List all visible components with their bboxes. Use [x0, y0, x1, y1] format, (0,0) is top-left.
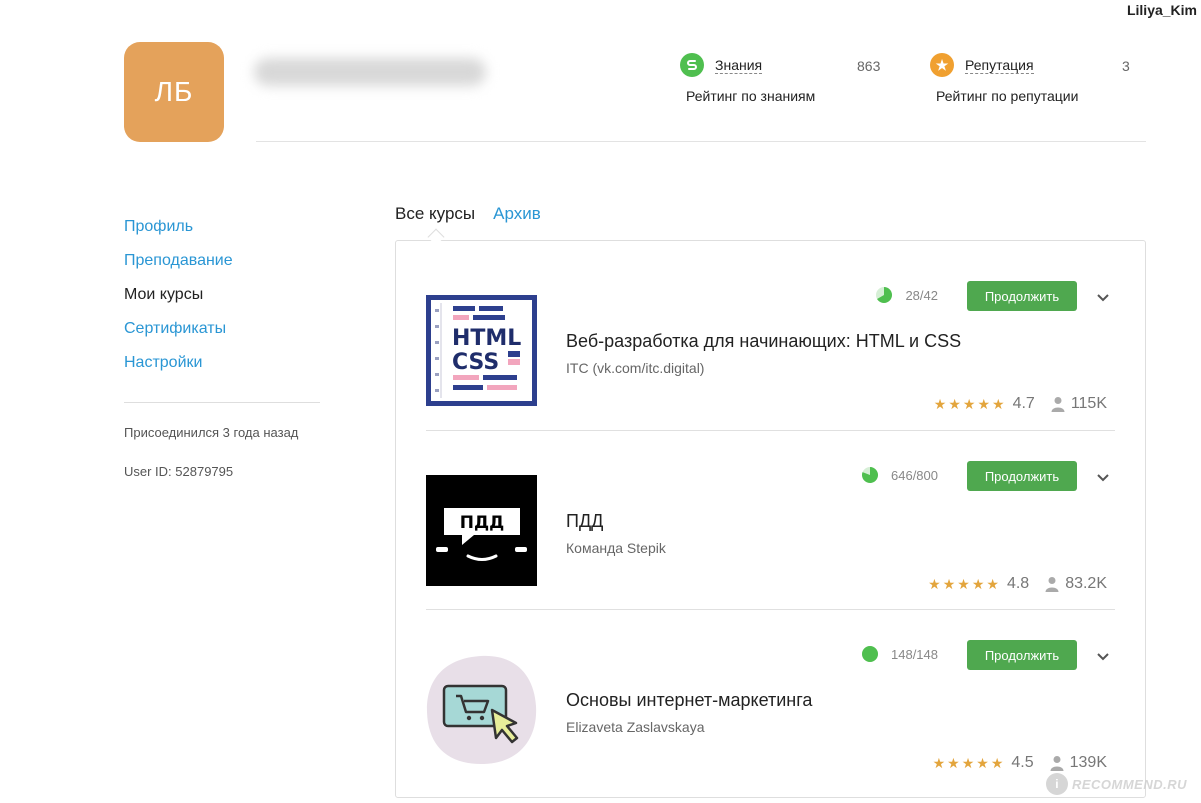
chevron-down-icon[interactable] — [1093, 287, 1113, 307]
sidebar: Профиль Преподавание Мои курсы Сертифика… — [124, 210, 320, 479]
watermark: i RECOMMEND.RU — [1045, 773, 1187, 795]
continue-button[interactable]: Продолжить — [967, 281, 1077, 311]
sidebar-item-teaching[interactable]: Преподавание — [124, 244, 320, 278]
sidebar-item-certificates[interactable]: Сертификаты — [124, 312, 320, 346]
watermark-badge: i — [1045, 773, 1068, 795]
cover-html-text: HTML — [452, 326, 521, 351]
person-icon — [1050, 756, 1064, 771]
reputation-label[interactable]: Репутация — [965, 57, 1034, 74]
current-username[interactable]: Liliya_Kim — [1127, 2, 1197, 18]
learners-value: 83.2K — [1065, 575, 1107, 592]
knowledge-label[interactable]: Знания — [715, 57, 763, 74]
course-rating: ★★★★★ 4.8 83.2K — [928, 575, 1107, 593]
progress-pie-icon — [862, 646, 878, 662]
avatar: ЛБ — [124, 42, 224, 142]
course-author[interactable]: Команда Stepik — [566, 540, 666, 556]
person-icon — [1051, 397, 1065, 412]
tab-all-courses[interactable]: Все курсы — [395, 204, 475, 224]
progress-pie-icon — [862, 467, 878, 483]
progress-text: 646/800 — [891, 467, 938, 483]
course-progress: 646/800 — [861, 466, 938, 484]
course-cover-marketing[interactable] — [426, 654, 537, 765]
progress-fill — [862, 646, 878, 662]
reputation-subtitle: Рейтинг по репутации — [936, 88, 1079, 104]
learners-count: 139K — [1050, 754, 1107, 772]
user-id-text: User ID: 52879795 — [124, 464, 234, 479]
course-card[interactable]: ПДД ПДД Команда Stepik 646/800 Продолжит… — [426, 430, 1115, 609]
sidebar-item-profile[interactable]: Профиль — [124, 210, 320, 244]
sidebar-item-my-courses[interactable]: Мои курсы — [124, 278, 320, 312]
course-progress: 148/148 — [861, 645, 938, 663]
profile-name-blurred — [254, 58, 486, 86]
rating-stars: ★★★★★ — [932, 754, 1006, 771]
course-title[interactable]: Веб-разработка для начинающих: HTML и CS… — [566, 331, 961, 352]
progress-pie-icon — [876, 287, 893, 303]
tab-archive[interactable]: Архив — [493, 204, 541, 224]
course-author[interactable]: ITC (vk.com/itc.digital) — [566, 360, 704, 376]
learners-count: 83.2K — [1045, 575, 1107, 593]
knowledge-stat: Знания Рейтинг по знаниям — [680, 52, 815, 104]
knowledge-subtitle: Рейтинг по знаниям — [686, 88, 816, 104]
rating-stars: ★★★★★ — [933, 395, 1007, 412]
chevron-down-icon[interactable] — [1093, 646, 1113, 666]
course-title[interactable]: ПДД — [566, 511, 603, 532]
progress-text: 148/148 — [891, 646, 938, 662]
learners-count: 115K — [1051, 395, 1107, 413]
learners-value: 139K — [1069, 754, 1107, 771]
course-tabs: Все курсы Архив — [395, 204, 559, 224]
knowledge-icon — [680, 53, 704, 77]
course-card[interactable]: Основы интернет-маркетинга Elizaveta Zas… — [426, 609, 1115, 788]
header-divider — [256, 141, 1146, 142]
sidebar-item-settings[interactable]: Настройки — [124, 346, 320, 380]
chevron-down-icon[interactable] — [1093, 467, 1113, 487]
course-rating: ★★★★★ 4.7 115K — [934, 395, 1107, 413]
person-icon — [1045, 577, 1059, 592]
knowledge-value: 863 — [857, 58, 881, 74]
progress-text: 28/42 — [905, 287, 938, 303]
star-icon: ★ — [930, 53, 954, 77]
reputation-stat: ★ Репутация Рейтинг по репутации — [930, 52, 1078, 104]
continue-button[interactable]: Продолжить — [967, 640, 1077, 670]
watermark-text: RECOMMEND.RU — [1071, 776, 1187, 792]
course-cover-pdd[interactable]: ПДД — [426, 475, 537, 586]
rating-value: 4.8 — [1006, 575, 1030, 592]
courses-panel: HTML CSS Веб-разработка для начинающих: … — [395, 240, 1146, 798]
cover-css-text: CSS — [452, 350, 499, 375]
course-cover-html-css[interactable]: HTML CSS — [426, 295, 537, 406]
reputation-value: 3 — [1122, 58, 1130, 74]
joined-text: Присоединился 3 года назад — [124, 425, 299, 440]
rating-stars: ★★★★★ — [928, 575, 1001, 592]
sidebar-divider — [124, 402, 320, 403]
rating-value: 4.5 — [1011, 754, 1034, 771]
course-card[interactable]: HTML CSS Веб-разработка для начинающих: … — [426, 251, 1115, 430]
cover-pdd-text: ПДД — [460, 513, 505, 533]
rating-value: 4.7 — [1012, 395, 1035, 412]
course-author[interactable]: Elizaveta Zaslavskaya — [566, 719, 705, 735]
course-rating: ★★★★★ 4.5 139K — [933, 754, 1107, 772]
continue-button[interactable]: Продолжить — [967, 461, 1077, 491]
learners-value: 115K — [1070, 395, 1107, 412]
course-progress: 28/42 — [875, 286, 938, 304]
course-title[interactable]: Основы интернет-маркетинга — [566, 690, 812, 711]
